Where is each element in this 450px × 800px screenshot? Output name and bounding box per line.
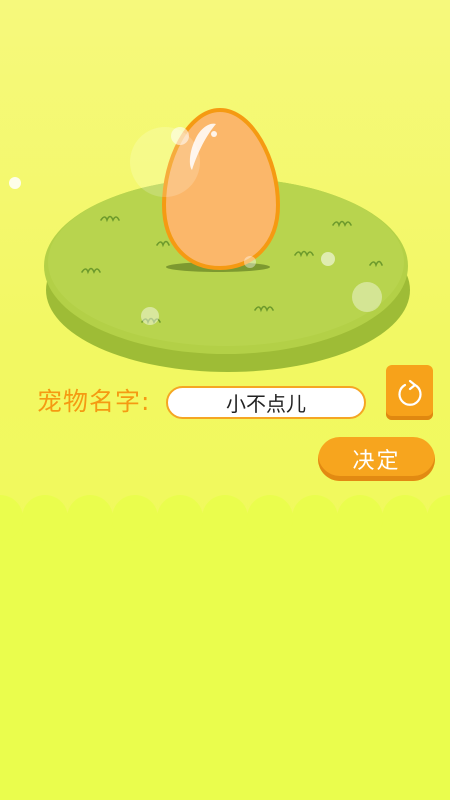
bottom-scallop-panel bbox=[0, 495, 450, 800]
refresh-icon bbox=[397, 379, 422, 406]
pet-name-input[interactable] bbox=[175, 389, 357, 416]
pet-name-label: 宠物名字: bbox=[37, 387, 151, 416]
pet-name-field[interactable] bbox=[166, 386, 366, 419]
refresh-name-button[interactable] bbox=[386, 365, 433, 420]
confirm-button[interactable]: 决定 bbox=[318, 437, 435, 481]
